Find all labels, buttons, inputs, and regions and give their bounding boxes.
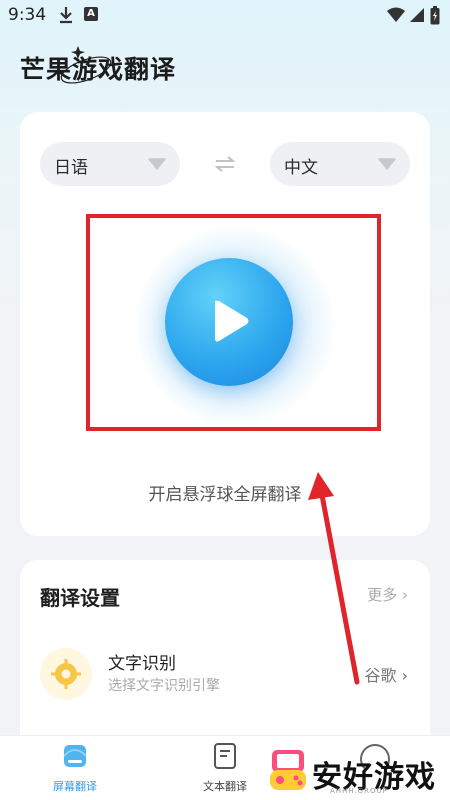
nav-screen-translate[interactable]: 屏幕翻译: [30, 742, 120, 794]
watermark-gamepad-icon: [270, 750, 306, 790]
nav-label: 屏幕翻译: [53, 780, 97, 793]
annotation-arrow: [308, 472, 360, 685]
text-translate-icon: [214, 743, 236, 769]
screen-translate-icon: [63, 745, 87, 767]
nav-label: 文本翻译: [203, 780, 247, 793]
watermark-subtext: AHHH.GROUP: [330, 787, 388, 795]
nav-text-translate[interactable]: 文本翻译: [180, 742, 270, 794]
